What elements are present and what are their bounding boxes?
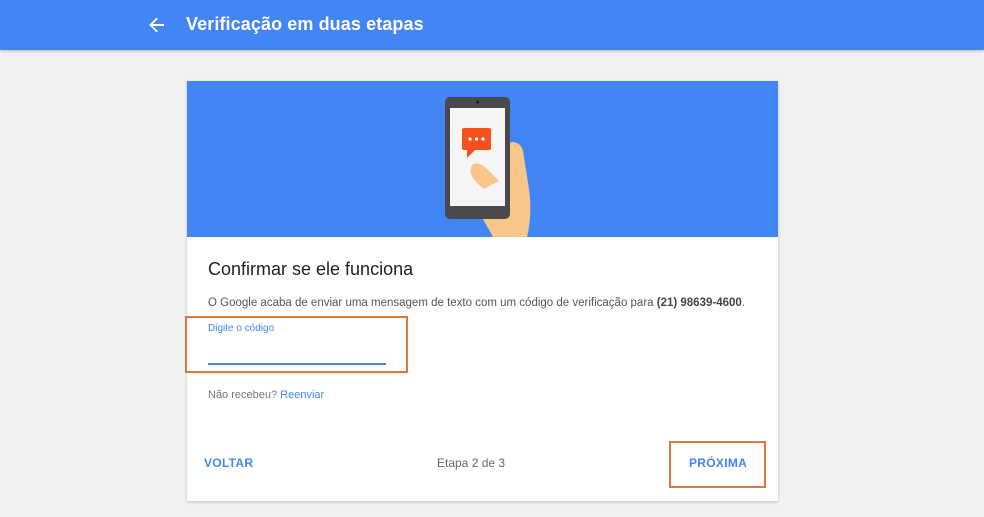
verification-card: Confirmar se ele funciona O Google acaba… [187, 81, 778, 501]
next-button-highlight [669, 441, 766, 488]
back-step-button[interactable]: VOLTAR [204, 456, 253, 470]
arrow-left-icon [149, 17, 164, 33]
card-heading: Confirmar se ele funciona [208, 259, 414, 279]
phone-number: (21) 98639-4600 [656, 297, 742, 309]
resend-link[interactable]: Reenviar [280, 389, 324, 401]
code-field-highlight [185, 316, 408, 373]
verification-description: O Google acaba de enviar uma mensagem de… [208, 297, 745, 309]
description-text: O Google acaba de enviar uma mensagem de… [208, 297, 657, 309]
back-button[interactable] [144, 12, 170, 38]
top-app-bar: Verificação em duas etapas [0, 0, 984, 50]
step-indicator: Etapa 2 de 3 [437, 456, 506, 470]
resend-row: Não recebeu? Reenviar [208, 389, 324, 401]
phone-illustration [187, 81, 778, 237]
phone-icon [445, 97, 510, 219]
resend-prefix: Não recebeu? [208, 389, 278, 401]
description-end: . [741, 297, 745, 309]
page-title: Verificação em duas etapas [186, 14, 424, 34]
